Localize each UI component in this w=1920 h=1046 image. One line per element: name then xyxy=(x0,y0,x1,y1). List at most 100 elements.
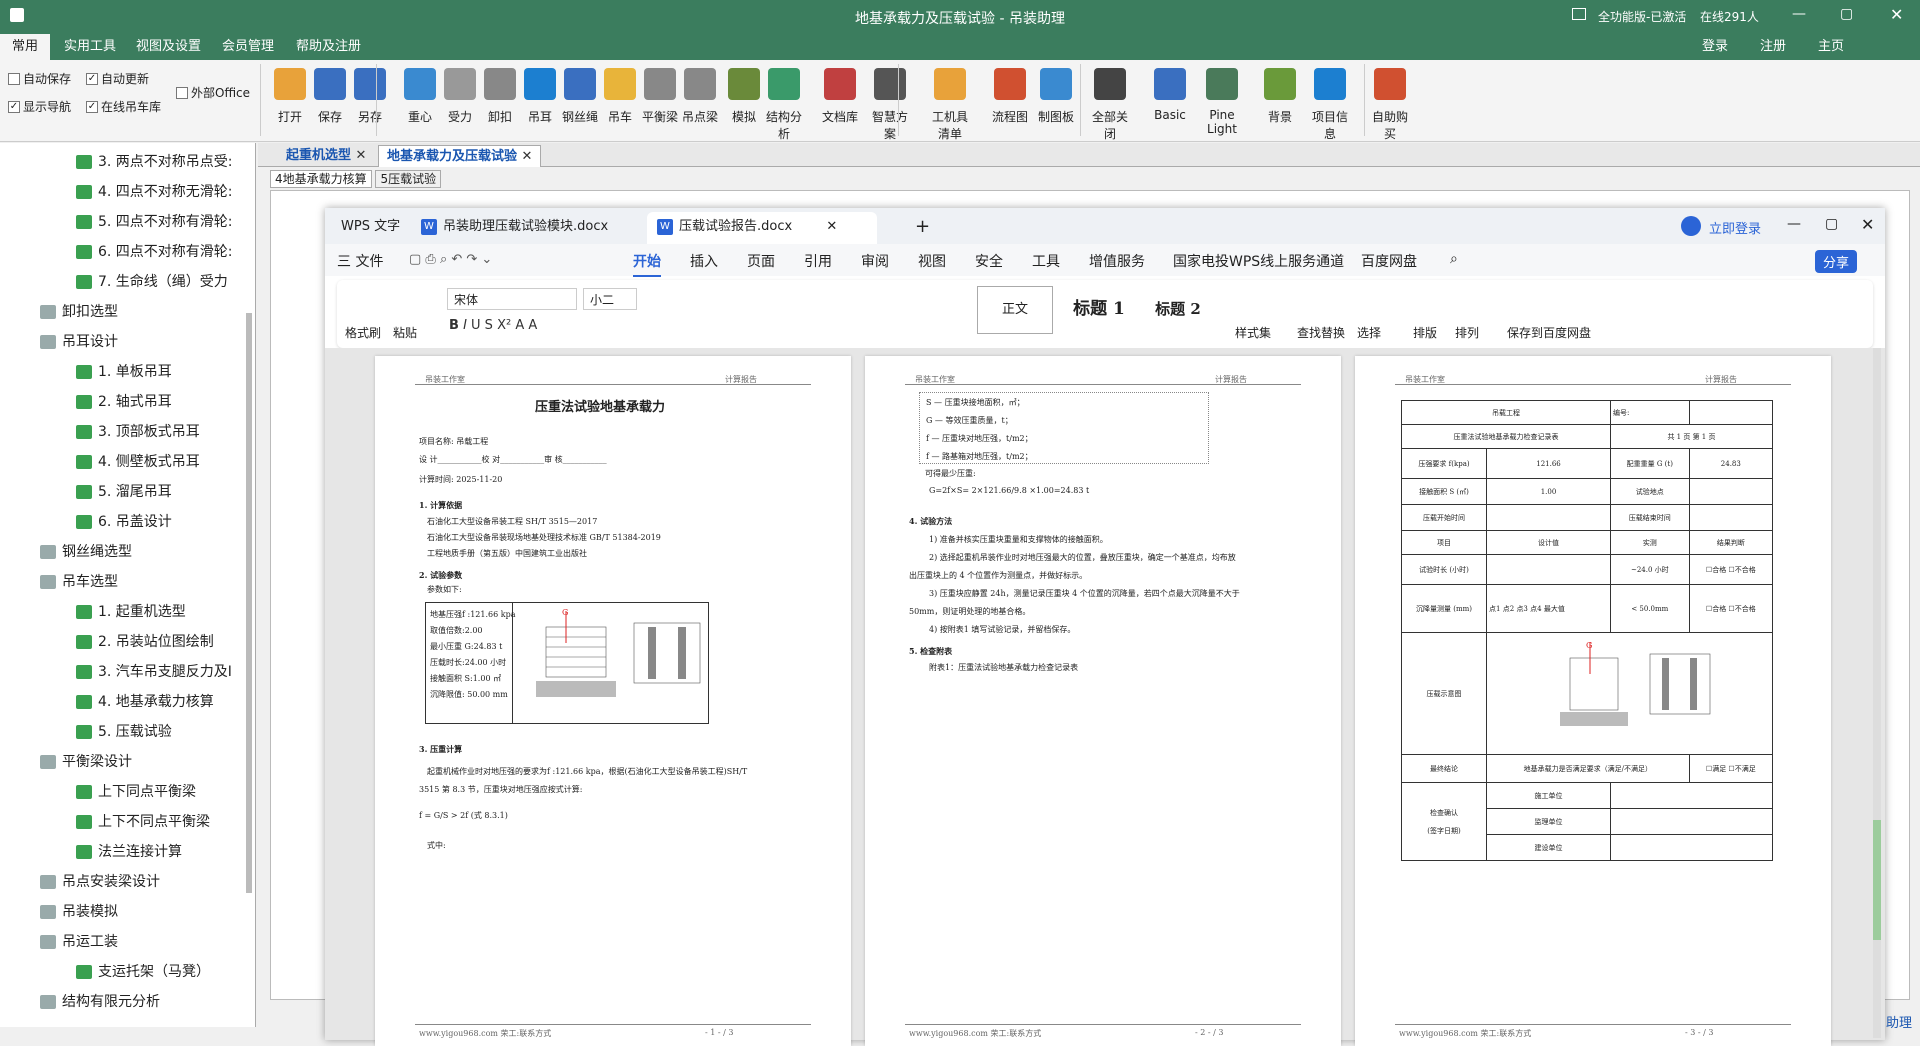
ribbon-button-5[interactable]: 卸扣 xyxy=(478,64,522,140)
tree-item[interactable]: 2. 吊装站位图绘制 xyxy=(76,627,214,657)
help-link[interactable]: 助理 xyxy=(1886,1012,1912,1031)
minimize-button[interactable]: — xyxy=(1787,216,1801,232)
ribbon-button-6[interactable]: 吊耳 xyxy=(518,64,562,140)
ribbon-button-14[interactable]: 智慧方案 xyxy=(868,64,912,141)
tree-item[interactable]: 吊运工装 xyxy=(40,927,118,957)
ribbon-button-9[interactable]: 平衡梁 xyxy=(638,64,682,140)
share-button[interactable]: 分享 xyxy=(1815,250,1858,273)
tree-item[interactable]: 上下不同点平衡梁 xyxy=(76,807,210,837)
wps-home-tab[interactable]: WPS 文字 xyxy=(331,212,410,244)
ribbon-button-17[interactable]: 制图板 xyxy=(1034,64,1078,140)
font-select[interactable]: 宋体 xyxy=(447,288,577,310)
ribbon-button-13[interactable]: 文档库 xyxy=(818,64,862,140)
menu-security[interactable]: 安全 xyxy=(975,251,1003,271)
ribbon-button-12[interactable]: 结构分析 xyxy=(762,64,806,141)
close-icon[interactable]: ✕ xyxy=(826,219,837,234)
ribbon-button-22[interactable]: 项目信息 xyxy=(1308,64,1352,141)
tree-item[interactable]: 4. 四点不对称无滑轮: xyxy=(76,177,233,207)
ribbon-button-21[interactable]: 背景 xyxy=(1258,64,1302,140)
tree-item[interactable]: 6. 四点不对称有滑轮: xyxy=(76,237,233,267)
size-select[interactable]: 小二 xyxy=(583,288,637,310)
menu-tab-tools[interactable]: 实用工具 xyxy=(52,34,128,60)
maximize-button[interactable]: ▢ xyxy=(1840,6,1853,22)
tree-item[interactable]: 7. 生命线（绳）受力 xyxy=(76,267,228,297)
ribbon-button-11[interactable]: 模拟 xyxy=(722,64,766,140)
ribbon-button-19[interactable]: Basic xyxy=(1148,64,1192,140)
ribbon-button-8[interactable]: 吊车 xyxy=(598,64,642,140)
tree-item[interactable]: 5. 四点不对称有滑轮: xyxy=(76,207,233,237)
subtab-bearing-check[interactable]: 4地基承载力核算 xyxy=(270,170,372,188)
ribbon-button-1[interactable]: 保存 xyxy=(308,64,352,140)
new-tab-button[interactable]: + xyxy=(905,212,940,244)
menu-value-added[interactable]: 增值服务 xyxy=(1089,251,1145,271)
select-button[interactable]: 选择 xyxy=(1357,324,1381,341)
tab-bearing-test[interactable]: 地基承载力及压载试验 ✕ xyxy=(378,145,542,167)
tree-item[interactable]: 吊车选型 xyxy=(40,567,118,597)
tree-item[interactable]: 1. 单板吊耳 xyxy=(76,357,172,387)
tree-item[interactable]: 4. 地基承载力核算 xyxy=(76,687,214,717)
login-link[interactable]: 立即登录 xyxy=(1709,218,1761,237)
menu-file[interactable]: 三 文件 xyxy=(337,251,383,271)
wps-doc-tab-report[interactable]: W 压载试验报告.docx ✕ xyxy=(647,212,877,244)
menu-page[interactable]: 页面 xyxy=(747,251,775,271)
close-icon[interactable]: ✕ xyxy=(356,148,367,163)
home-link[interactable]: 主页 xyxy=(1806,34,1856,60)
close-icon[interactable]: ✕ xyxy=(522,149,533,164)
menu-spic-channel[interactable]: 国家电投WPS线上服务通道 xyxy=(1173,251,1344,271)
menu-tab-common[interactable]: 常用 xyxy=(0,34,51,60)
online-crane-checkbox[interactable]: ✓ 在线吊车库 xyxy=(86,98,161,115)
ribbon-button-4[interactable]: 受力 xyxy=(438,64,482,140)
show-nav-checkbox[interactable]: ✓ 显示导航 xyxy=(8,98,71,115)
tree-item[interactable]: 2. 轴式吊耳 xyxy=(76,387,172,417)
menu-tab-help[interactable]: 帮助及注册 xyxy=(284,34,373,60)
menu-review[interactable]: 审阅 xyxy=(861,251,889,271)
tree-item[interactable]: 平衡梁设计 xyxy=(40,747,132,777)
tree-item[interactable]: 1. 起重机选型 xyxy=(76,597,186,627)
wps-doc-tab-module[interactable]: W 吊装助理压载试验模块.docx xyxy=(411,212,641,244)
ribbon-button-3[interactable]: 重心 xyxy=(398,64,442,140)
subtab-load-test[interactable]: 5压载试验 xyxy=(375,170,442,188)
tree-item[interactable]: 吊耳设计 xyxy=(40,327,118,357)
close-button[interactable]: ✕ xyxy=(1890,5,1903,24)
menu-reference[interactable]: 引用 xyxy=(804,251,832,271)
menu-baidu-disk[interactable]: 百度网盘 xyxy=(1361,251,1417,271)
menu-insert[interactable]: 插入 xyxy=(690,251,718,271)
tree-item[interactable]: 吊点安装梁设计 xyxy=(40,867,160,897)
tab-crane-selection[interactable]: 起重机选型 ✕ xyxy=(278,145,374,167)
menu-tools[interactable]: 工具 xyxy=(1032,251,1060,271)
menu-start[interactable]: 开始 xyxy=(633,251,661,277)
menu-view[interactable]: 视图 xyxy=(918,251,946,271)
tree-item[interactable]: 结构有限元分析 xyxy=(40,987,160,1017)
external-office-checkbox[interactable]: 外部Office xyxy=(176,84,250,101)
ribbon-button-20[interactable]: Pine Light xyxy=(1200,64,1244,140)
layout-button[interactable]: 排版 xyxy=(1413,324,1437,341)
ribbon-button-7[interactable]: 钢丝绳 xyxy=(558,64,602,140)
tree-scrollbar[interactable] xyxy=(246,313,252,893)
style-normal[interactable]: 正文 xyxy=(977,286,1053,334)
tree-item[interactable]: 3. 汽车吊支腿反力及I xyxy=(76,657,232,687)
style-heading2[interactable]: 标题 2 xyxy=(1143,286,1213,334)
style-set-button[interactable]: 样式集 xyxy=(1235,324,1271,341)
maximize-button[interactable]: ▢ xyxy=(1825,216,1838,232)
auto-update-checkbox[interactable]: ✓ 自动更新 xyxy=(86,70,149,87)
menu-tab-member[interactable]: 会员管理 xyxy=(210,34,286,60)
quick-access-icons[interactable]: ▢ ⎙ ⌕ ↶ ↷ ⌄ xyxy=(409,252,492,267)
tree-item[interactable]: 钢丝绳选型 xyxy=(40,537,132,567)
tree-item[interactable]: 吊装模拟 xyxy=(40,897,118,927)
tree-item[interactable]: 3. 两点不对称吊点受: xyxy=(76,147,233,177)
ribbon-button-18[interactable]: 全部关闭 xyxy=(1088,64,1132,141)
search-icon[interactable]: ⌕ xyxy=(1450,251,1458,267)
avatar-icon[interactable] xyxy=(1681,216,1701,236)
tree-item[interactable]: 5. 溜尾吊耳 xyxy=(76,477,172,507)
ribbon-button-10[interactable]: 吊点梁 xyxy=(678,64,722,140)
tree-item[interactable]: 上下同点平衡梁 xyxy=(76,777,196,807)
style-heading1[interactable]: 标题 1 xyxy=(1059,286,1139,334)
login-link[interactable]: 登录 xyxy=(1690,34,1740,60)
register-link[interactable]: 注册 xyxy=(1748,34,1798,60)
arrange-button[interactable]: 排列 xyxy=(1455,324,1479,341)
ribbon-button-0[interactable]: 打开 xyxy=(268,64,312,140)
display-icon[interactable] xyxy=(1572,8,1586,20)
find-replace-button[interactable]: 查找替换 xyxy=(1297,324,1345,341)
tree-item[interactable]: 支运托架（马凳） xyxy=(76,957,210,987)
auto-save-checkbox[interactable]: 自动保存 xyxy=(8,70,71,87)
